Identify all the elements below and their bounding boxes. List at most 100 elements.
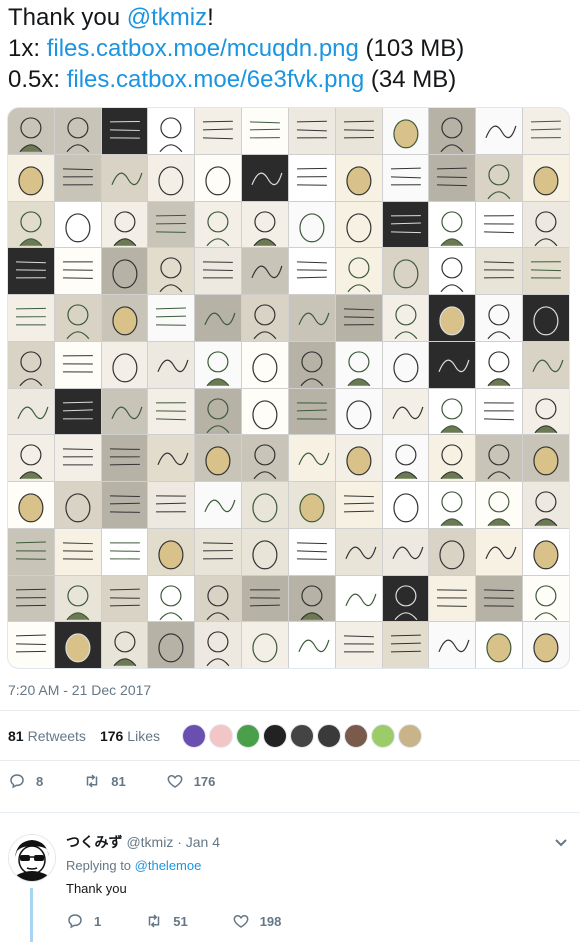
tweet-timestamp[interactable]: 7:20 AM - 21 Dec 2017 bbox=[8, 682, 151, 698]
drawing-tile bbox=[101, 622, 148, 668]
drawing-tile bbox=[101, 154, 148, 201]
drawing-tile bbox=[242, 201, 288, 248]
drawing-tile bbox=[476, 248, 523, 294]
drawing-tile bbox=[429, 388, 476, 435]
drawing-tile bbox=[429, 482, 476, 528]
drawing-tile bbox=[101, 341, 148, 388]
drawing-tile bbox=[288, 435, 335, 481]
drawing-tile bbox=[101, 575, 148, 622]
drawing-tile bbox=[288, 575, 335, 622]
drawing-tile bbox=[8, 528, 54, 575]
drawing-tile bbox=[242, 341, 288, 388]
avatar[interactable] bbox=[8, 834, 56, 882]
like-button[interactable]: 198 bbox=[232, 912, 282, 930]
drawing-tile bbox=[148, 108, 195, 154]
drawing-tile bbox=[148, 154, 195, 201]
reply-date[interactable]: · Jan 4 bbox=[177, 834, 220, 850]
drawing-tile bbox=[382, 108, 429, 154]
drawing-tile bbox=[242, 482, 288, 528]
tweet-line3-prefix: 0.5x: bbox=[8, 66, 67, 93]
drawing-tile bbox=[8, 201, 54, 248]
reply-author-name[interactable]: つくみず bbox=[66, 834, 123, 850]
retweets-stat-count: 81 bbox=[8, 728, 24, 744]
drawing-tile bbox=[382, 435, 429, 481]
avatar[interactable] bbox=[181, 724, 206, 748]
drawing-tile bbox=[476, 575, 523, 622]
drawing-tile bbox=[8, 388, 54, 435]
avatar[interactable] bbox=[316, 724, 341, 748]
drawing-tile bbox=[429, 622, 476, 668]
drawing-tile bbox=[148, 201, 195, 248]
drawing-tile bbox=[288, 248, 335, 294]
drawing-tile bbox=[242, 575, 288, 622]
drawing-tile bbox=[148, 622, 195, 668]
reply-author-handle[interactable]: @tkmiz bbox=[126, 834, 173, 850]
drawing-tile bbox=[148, 528, 195, 575]
chevron-down-icon[interactable] bbox=[554, 836, 568, 850]
avatar[interactable] bbox=[208, 724, 233, 748]
drawing-tile bbox=[382, 575, 429, 622]
avatar[interactable] bbox=[235, 724, 260, 748]
file-link-05x[interactable]: files.catbox.moe/6e3fvk.png bbox=[67, 66, 365, 93]
reply-tweet[interactable]: つくみず @tkmiz · Jan 4 Replying to @thelemo… bbox=[8, 830, 574, 942]
drawing-tile bbox=[195, 295, 242, 341]
drawing-tile bbox=[288, 528, 335, 575]
drawing-tile bbox=[523, 341, 569, 388]
engagement-stats: 81 Retweets 176 Likes bbox=[8, 724, 425, 748]
reply-icon bbox=[68, 914, 82, 929]
drawing-tile bbox=[242, 295, 288, 341]
replying-to-link[interactable]: @thelemoe bbox=[135, 858, 202, 873]
drawing-tile bbox=[195, 248, 242, 294]
drawing-tile bbox=[523, 575, 569, 622]
reply-button[interactable]: 1 bbox=[66, 912, 101, 930]
avatar-drawing bbox=[9, 835, 55, 881]
drawing-tile bbox=[429, 248, 476, 294]
likes-stat[interactable]: 176 Likes bbox=[100, 728, 160, 744]
drawing-tile bbox=[8, 575, 54, 622]
drawing-tile bbox=[8, 435, 54, 481]
drawing-tile bbox=[476, 482, 523, 528]
divider bbox=[0, 760, 580, 761]
drawing-tile bbox=[335, 388, 382, 435]
drawing-mosaic bbox=[8, 108, 569, 668]
mention-link[interactable]: @tkmiz bbox=[127, 4, 207, 31]
drawing-tile bbox=[148, 388, 195, 435]
drawing-tile bbox=[476, 154, 523, 201]
avatar[interactable] bbox=[343, 724, 368, 748]
retweets-stat[interactable]: 81 Retweets bbox=[8, 728, 86, 744]
drawing-tile bbox=[476, 388, 523, 435]
like-button[interactable]: 176 bbox=[166, 772, 215, 790]
drawing-tile bbox=[242, 154, 288, 201]
drawing-tile bbox=[195, 108, 242, 154]
drawing-tile bbox=[242, 435, 288, 481]
tweet-line-2: 1x: files.catbox.moe/mcuqdn.png (103 MB) bbox=[8, 33, 574, 64]
retweet-button[interactable]: 51 bbox=[145, 912, 188, 930]
drawing-tile bbox=[382, 388, 429, 435]
drawing-tile bbox=[523, 201, 569, 248]
drawing-tile bbox=[148, 435, 195, 481]
reply-like-count: 198 bbox=[259, 913, 282, 929]
drawing-tile bbox=[288, 201, 335, 248]
drawing-tile bbox=[242, 622, 288, 668]
reply-body: つくみず @tkmiz · Jan 4 Replying to @thelemo… bbox=[66, 832, 566, 896]
reply-reply-count: 1 bbox=[94, 913, 102, 929]
drawing-tile bbox=[382, 622, 429, 668]
tweet-media-image[interactable] bbox=[7, 107, 570, 669]
avatar[interactable] bbox=[262, 724, 287, 748]
retweet-button[interactable]: 81 bbox=[83, 772, 126, 790]
drawing-tile bbox=[382, 528, 429, 575]
drawing-tile bbox=[523, 622, 569, 668]
drawing-tile bbox=[54, 341, 101, 388]
drawing-tile bbox=[476, 435, 523, 481]
reply-button[interactable]: 8 bbox=[8, 772, 43, 790]
avatar[interactable] bbox=[289, 724, 314, 748]
drawing-tile bbox=[195, 341, 242, 388]
drawing-tile bbox=[523, 528, 569, 575]
drawing-tile bbox=[476, 622, 523, 668]
drawing-tile bbox=[54, 528, 101, 575]
drawing-tile bbox=[523, 248, 569, 294]
drawing-tile bbox=[382, 341, 429, 388]
file-link-1x[interactable]: files.catbox.moe/mcuqdn.png bbox=[47, 35, 359, 62]
avatar[interactable] bbox=[370, 724, 395, 748]
avatar[interactable] bbox=[397, 724, 422, 748]
